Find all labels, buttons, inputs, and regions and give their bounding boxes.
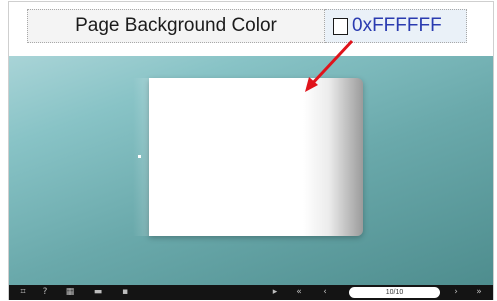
bottom-toolbar: ⌗ ? ▦ ▬ ▪ ▸ « ‹ 10/10 › »: [9, 285, 493, 300]
color-swatch[interactable]: [333, 17, 348, 35]
book-spine: [133, 78, 149, 236]
last-page-icon[interactable]: »: [473, 287, 485, 298]
book-page[interactable]: [149, 78, 363, 236]
page-number-input[interactable]: 10/10: [349, 287, 440, 298]
prev-page-icon[interactable]: ‹: [319, 287, 331, 298]
property-value: 0xFFFFFF: [352, 15, 442, 36]
first-page-icon[interactable]: «: [293, 287, 305, 298]
play-icon[interactable]: ▸: [270, 287, 280, 298]
flipbook-stage: [9, 56, 493, 285]
next-page-icon[interactable]: ›: [450, 287, 462, 298]
property-value-cell[interactable]: 0xFFFFFF: [325, 9, 467, 43]
download-icon[interactable]: ▪: [119, 287, 131, 298]
thumbnails-icon[interactable]: ▦: [64, 287, 76, 298]
page-edge-marker: [138, 155, 141, 158]
print-icon[interactable]: ▬: [91, 287, 105, 298]
property-row[interactable]: Page Background Color 0xFFFFFF: [27, 9, 467, 43]
fullscreen-icon[interactable]: ⌗: [17, 287, 29, 298]
help-icon[interactable]: ?: [39, 287, 51, 298]
property-name: Page Background Color: [27, 9, 325, 43]
